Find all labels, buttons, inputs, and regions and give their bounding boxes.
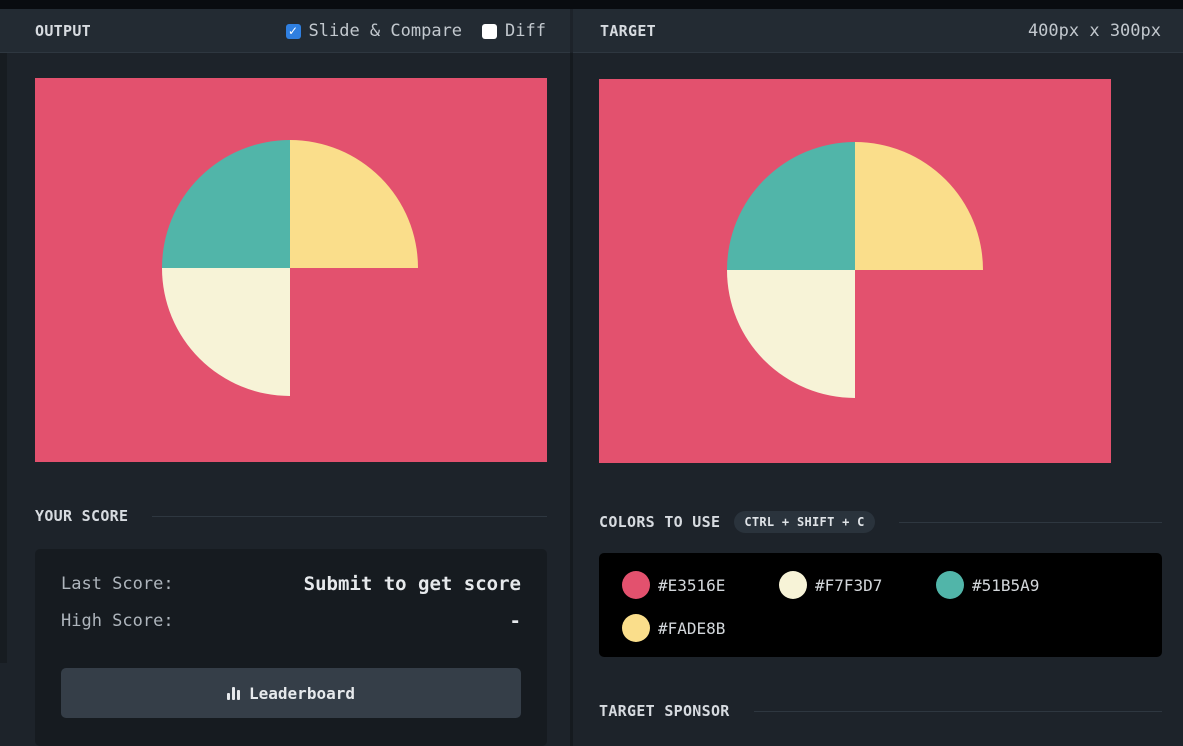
color-dot [936, 571, 964, 599]
target-title: TARGET [600, 21, 656, 40]
sponsor-section-heading: TARGET SPONSOR [599, 700, 1162, 722]
color-dot [622, 571, 650, 599]
color-hex: #FADE8B [658, 618, 726, 638]
color-dot [622, 614, 650, 642]
target-dimensions: 400px x 300px [1027, 21, 1161, 41]
output-quadrant-bottom-left [162, 268, 290, 396]
output-quadrant-top-left [162, 140, 290, 268]
diff-toggle[interactable]: Diff [482, 21, 546, 41]
sponsor-heading: TARGET SPONSOR [599, 702, 730, 720]
slide-compare-checkbox[interactable]: ✓ [285, 23, 301, 39]
colors-panel: #E3516E #F7F3D7 #51B5A9 #FADE8B [599, 553, 1162, 657]
output-title: OUTPUT [35, 21, 91, 40]
score-heading: YOUR SCORE [35, 507, 129, 525]
score-section-heading: YOUR SCORE [35, 505, 547, 527]
diff-checkbox[interactable] [482, 23, 498, 39]
high-score-row: High Score: - [61, 610, 521, 632]
sponsor-heading-rule [753, 710, 1162, 712]
diff-label: Diff [505, 21, 546, 41]
slide-compare-toggle[interactable]: ✓ Slide & Compare [285, 21, 463, 41]
color-swatch[interactable]: #F7F3D7 [779, 571, 882, 599]
color-hex: #F7F3D7 [815, 575, 883, 595]
leaderboard-label: Leaderboard [249, 683, 355, 703]
pane-divider[interactable] [570, 53, 573, 746]
colors-heading-rule [898, 521, 1162, 523]
window-top-edge [0, 0, 1183, 9]
last-score-label: Last Score: [61, 574, 174, 594]
score-card: Last Score: Submit to get score High Sco… [35, 549, 547, 746]
bar-chart-icon [227, 686, 241, 700]
color-swatch[interactable]: #E3516E [622, 571, 725, 599]
slide-compare-label: Slide & Compare [308, 21, 463, 41]
output-canvas[interactable] [35, 78, 547, 462]
target-header: TARGET 400px x 300px [573, 9, 1183, 53]
color-hex: #E3516E [658, 575, 726, 595]
last-score-value: Submit to get score [303, 573, 521, 595]
last-score-row: Last Score: Submit to get score [61, 573, 521, 595]
target-drawing [727, 142, 983, 398]
color-swatch[interactable]: #FADE8B [622, 614, 725, 642]
target-quadrant-top-right [855, 142, 983, 270]
color-hex: #51B5A9 [972, 575, 1040, 595]
high-score-value: - [509, 610, 521, 632]
colors-shortcut-badge: CTRL + SHIFT + C [734, 511, 875, 533]
colors-heading: COLORS TO USE [599, 513, 721, 531]
leaderboard-button[interactable]: Leaderboard [61, 668, 521, 718]
colors-section-heading: COLORS TO USE CTRL + SHIFT + C [599, 510, 1162, 534]
high-score-label: High Score: [61, 611, 174, 631]
target-quadrant-top-left [727, 142, 855, 270]
score-heading-rule [152, 515, 547, 517]
target-canvas [599, 79, 1111, 463]
color-dot [779, 571, 807, 599]
output-quadrant-top-right [290, 140, 418, 268]
output-drawing [162, 140, 418, 396]
target-quadrant-bottom-left [727, 270, 855, 398]
output-header: OUTPUT ✓ Slide & Compare Diff [0, 9, 570, 53]
output-options: ✓ Slide & Compare Diff [266, 9, 546, 53]
left-pane-edge [0, 53, 7, 663]
color-swatch[interactable]: #51B5A9 [936, 571, 1039, 599]
